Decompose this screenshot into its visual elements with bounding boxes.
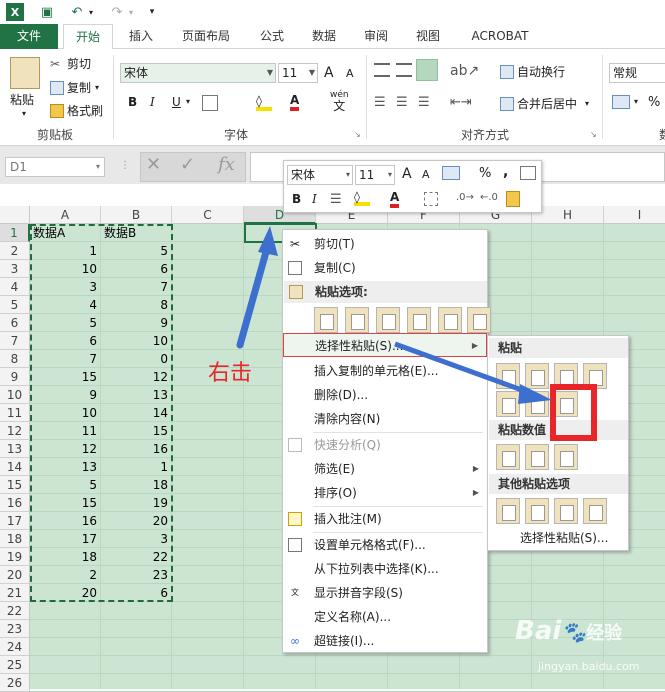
- arrow-head-icon: [258, 226, 278, 256]
- watermark-url: jingyan.baidu.com: [538, 660, 640, 673]
- watermark-logo: Bai🐾经验: [515, 616, 622, 646]
- watermark-brand: Bai: [515, 616, 562, 646]
- annotation-arrows: [236, 226, 552, 404]
- watermark-brand2: 经验: [586, 623, 623, 644]
- arrow-to-transpose: [394, 341, 531, 396]
- arrow-head-icon: [518, 384, 552, 404]
- paw-icon: 🐾: [561, 620, 587, 644]
- arrow-to-cell: [236, 248, 270, 349]
